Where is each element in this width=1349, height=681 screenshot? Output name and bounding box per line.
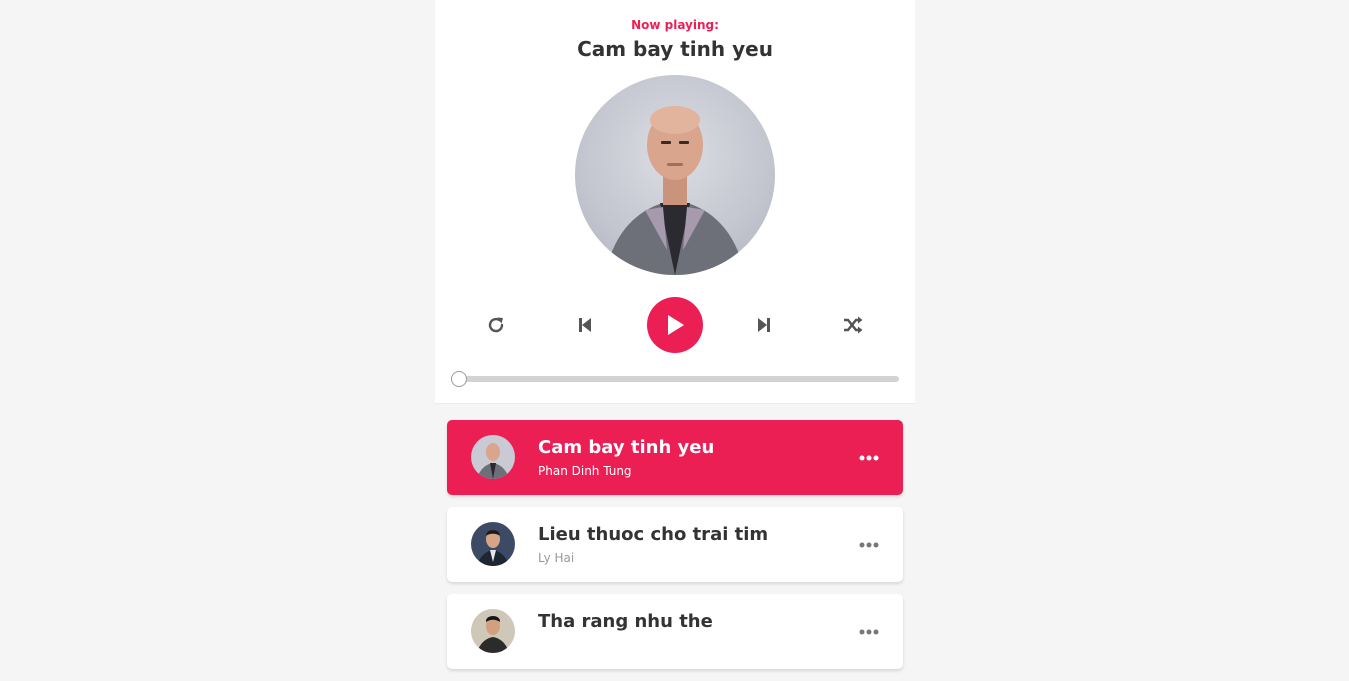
ellipsis-icon: [859, 629, 879, 635]
artist-photo: [471, 609, 515, 653]
song-thumbnail: [471, 522, 515, 566]
play-icon: [668, 315, 684, 335]
repeat-icon: [488, 317, 504, 333]
artist-photo: [471, 522, 515, 566]
current-song-title: Cam bay tinh yeu: [577, 37, 773, 61]
artist-photo: [471, 435, 515, 479]
song-title: Lieu thuoc cho trai tim: [538, 524, 769, 545]
song-author: Ly Hai: [538, 551, 575, 565]
random-icon: [844, 316, 863, 334]
repeat-button[interactable]: [468, 297, 524, 353]
song-item[interactable]: Tha rang nhu the: [447, 594, 903, 669]
random-button[interactable]: [825, 297, 881, 353]
progress-thumb[interactable]: [451, 371, 467, 387]
song-item[interactable]: Cam bay tinh yeu Phan Dinh Tung: [447, 420, 903, 495]
song-thumbnail: [471, 435, 515, 479]
player-dashboard: Now playing: Cam bay tinh yeu: [435, 0, 915, 404]
ellipsis-icon: [859, 542, 879, 548]
next-button[interactable]: [736, 297, 792, 353]
song-author: Phan Dinh Tung: [538, 464, 632, 478]
ellipsis-icon: [859, 455, 879, 461]
song-title: Cam bay tinh yeu: [538, 437, 715, 458]
artist-photo: [605, 106, 745, 275]
song-title: Tha rang nhu the: [538, 611, 713, 632]
step-backward-icon: [579, 318, 591, 332]
song-thumbnail: [471, 609, 515, 653]
song-options-button[interactable]: [855, 531, 883, 559]
cd-thumbnail: [575, 75, 775, 275]
prev-button[interactable]: [557, 297, 613, 353]
step-forward-icon: [758, 318, 770, 332]
song-options-button[interactable]: [855, 444, 883, 472]
playlist: Cam bay tinh yeu Phan Dinh Tung Lieu thu…: [447, 420, 903, 681]
player-controls: [435, 297, 915, 353]
progress-bar[interactable]: [451, 371, 899, 387]
play-button[interactable]: [647, 297, 703, 353]
song-options-button[interactable]: [855, 618, 883, 646]
now-playing-label: Now playing:: [631, 18, 719, 32]
song-item[interactable]: Lieu thuoc cho trai tim Ly Hai: [447, 507, 903, 582]
